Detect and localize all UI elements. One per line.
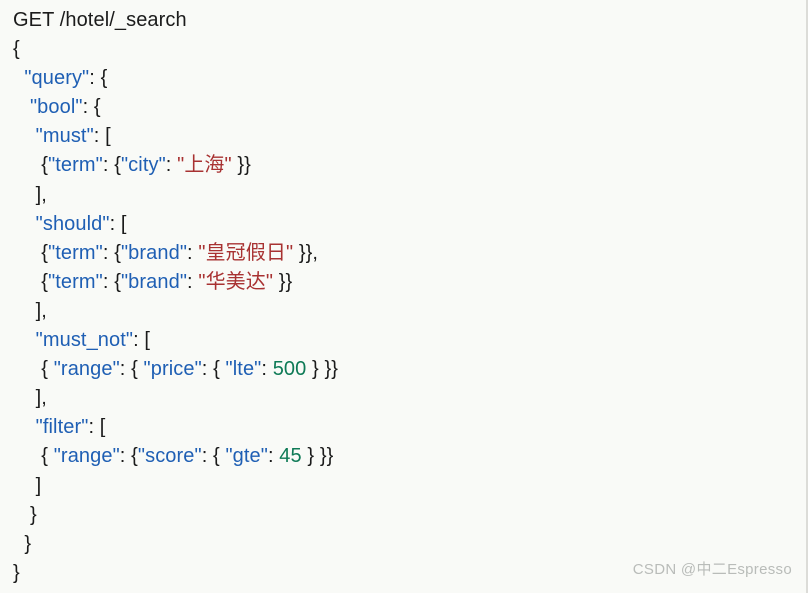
code-line: "should": [ bbox=[13, 210, 806, 239]
code-token-punct: { bbox=[41, 445, 54, 468]
code-token-punct: }} bbox=[231, 154, 251, 177]
code-token-key: "brand" bbox=[120, 241, 188, 264]
code-token-punct: } }} bbox=[306, 358, 339, 381]
code-token-key: "term" bbox=[48, 154, 103, 177]
code-token-num: 45 bbox=[279, 445, 302, 468]
code-token-key: "filter" bbox=[35, 416, 89, 439]
code-token-key: "bool" bbox=[29, 96, 83, 119]
code-line: {"term": {"brand": "皇冠假日" }}, bbox=[13, 239, 806, 268]
code-token-punct: : { bbox=[89, 67, 108, 90]
code-token-punct: : bbox=[187, 241, 199, 264]
code-token-punct: : [ bbox=[109, 212, 127, 235]
code-token-key: "term" bbox=[48, 270, 103, 293]
code-token-key: "city" bbox=[120, 154, 166, 177]
code-token-punct: : [ bbox=[133, 329, 151, 352]
code-token-punct: ] bbox=[35, 474, 42, 497]
code-token-key: "term" bbox=[48, 241, 103, 264]
code-line: "filter": [ bbox=[13, 413, 806, 442]
code-line: ], bbox=[13, 297, 806, 326]
code-token-punct: : { bbox=[102, 154, 121, 177]
code-line: "must": [ bbox=[13, 122, 806, 151]
code-line: } bbox=[13, 530, 806, 559]
code-line: GET /hotel/_search bbox=[13, 6, 806, 35]
code-line: { bbox=[13, 35, 806, 64]
code-token-punct: } bbox=[24, 532, 32, 555]
code-token-key: "query" bbox=[24, 67, 90, 90]
code-token-punct: { bbox=[41, 358, 54, 381]
code-line: "must_not": [ bbox=[13, 326, 806, 355]
code-token-key: "range" bbox=[53, 358, 120, 381]
code-token-punct: }} bbox=[273, 270, 293, 293]
csdn-watermark: CSDN @中二Espresso bbox=[632, 561, 792, 578]
code-token-punct: : bbox=[267, 445, 280, 468]
code-token-punct: ], bbox=[35, 299, 47, 322]
code-token-punct: : bbox=[187, 270, 199, 293]
code-token-key: "lte" bbox=[225, 358, 262, 381]
code-line: { "range": { "price": { "lte": 500 } }} bbox=[13, 355, 806, 384]
code-token-punct: : { bbox=[82, 96, 101, 119]
code-token-punct: } bbox=[29, 503, 37, 526]
code-token-str: "上海" bbox=[177, 154, 232, 177]
code-token-plain: GET /hotel/_search bbox=[13, 9, 187, 31]
code-token-punct: { bbox=[13, 38, 20, 61]
code-line: {"term": {"brand": "华美达" }} bbox=[13, 268, 806, 297]
code-panel: GET /hotel/_search{ "query": { "bool": {… bbox=[0, 0, 808, 593]
code-token-punct: : { bbox=[201, 445, 226, 468]
code-line: ] bbox=[13, 472, 806, 501]
code-token-punct: } }} bbox=[301, 445, 334, 468]
code-line: { "range": {"score": { "gte": 45 } }} bbox=[13, 442, 806, 471]
code-token-punct: : [ bbox=[93, 125, 111, 148]
code-line: } bbox=[13, 501, 806, 530]
code-line: ], bbox=[13, 384, 806, 413]
code-line: ], bbox=[13, 181, 806, 210]
code-token-punct: : { bbox=[119, 445, 138, 468]
code-token-key: "brand" bbox=[120, 270, 188, 293]
code-token-punct: }}, bbox=[293, 241, 319, 264]
code-line: "bool": { bbox=[13, 93, 806, 122]
code-token-punct: : [ bbox=[88, 416, 106, 439]
code-token-punct: : { bbox=[102, 270, 121, 293]
code-token-key: "must_not" bbox=[35, 329, 134, 352]
code-token-punct: : bbox=[165, 154, 178, 177]
code-token-str: "华美达" bbox=[198, 270, 274, 293]
code-token-punct: : { bbox=[119, 358, 144, 381]
code-token-key: "score" bbox=[137, 445, 202, 468]
code-token-punct: ], bbox=[35, 387, 47, 410]
code-token-key: "should" bbox=[35, 212, 110, 235]
code-token-punct: } bbox=[13, 561, 20, 584]
code-token-key: "must" bbox=[35, 125, 94, 148]
code-line: {"term": {"city": "上海" }} bbox=[13, 151, 806, 180]
code-token-num: 500 bbox=[272, 358, 307, 381]
code-token-punct: ], bbox=[35, 183, 47, 206]
code-token-key: "price" bbox=[143, 358, 202, 381]
code-token-key: "range" bbox=[53, 445, 120, 468]
code-line: "query": { bbox=[13, 64, 806, 93]
code-token-punct: : { bbox=[102, 241, 121, 264]
code-token-key: "gte" bbox=[225, 445, 268, 468]
code-token-str: "皇冠假日" bbox=[198, 241, 294, 264]
code-token-punct: : { bbox=[201, 358, 226, 381]
json-code-block[interactable]: GET /hotel/_search{ "query": { "bool": {… bbox=[13, 6, 806, 588]
code-token-punct: : bbox=[261, 358, 273, 381]
